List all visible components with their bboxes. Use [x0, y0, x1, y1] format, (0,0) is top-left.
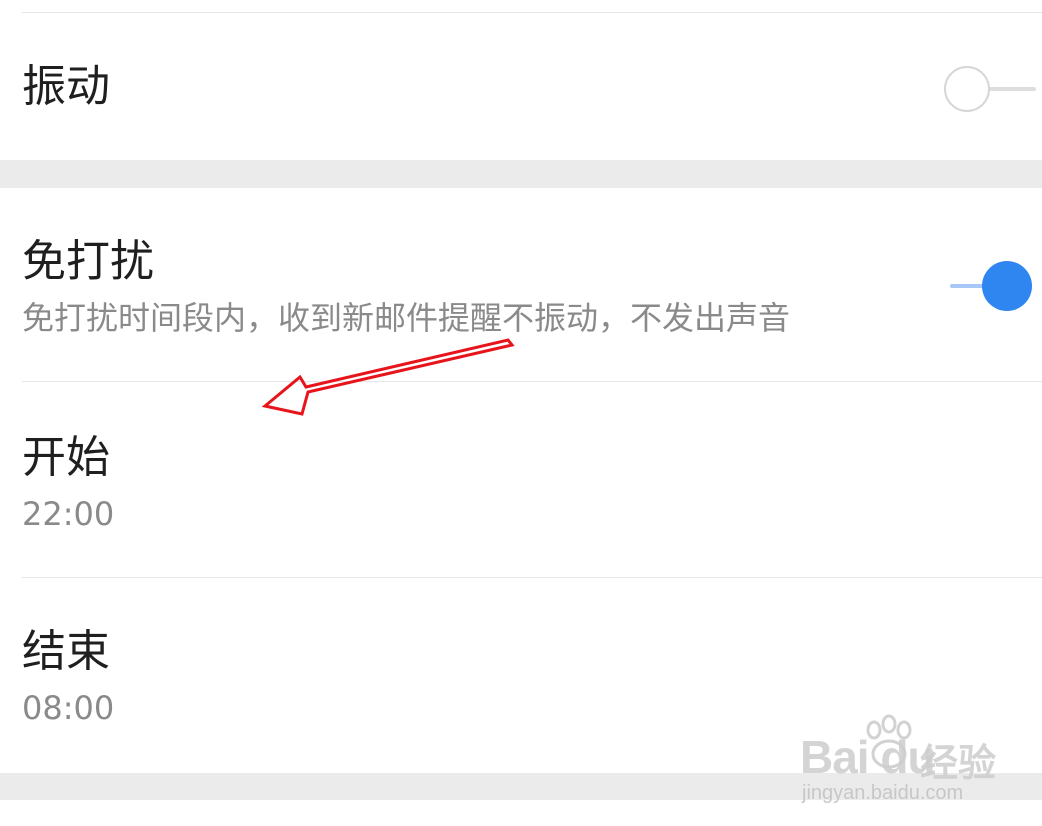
start-time-row[interactable]: 开始 22:00	[0, 382, 1042, 577]
dnd-row[interactable]: 免打扰 免打扰时间段内，收到新邮件提醒不振动，不发出声音	[0, 188, 1042, 381]
vibrate-row[interactable]: 振动	[0, 13, 1042, 160]
end-time-value: 08:00	[22, 689, 115, 727]
vibrate-toggle-knob	[944, 66, 990, 112]
dnd-description: 免打扰时间段内，收到新邮件提醒不振动，不发出声音	[22, 299, 791, 337]
vibrate-toggle[interactable]	[944, 61, 1036, 117]
watermark-url: jingyan.baidu.com	[802, 782, 964, 804]
dnd-toggle-knob	[982, 261, 1032, 311]
dnd-title: 免打扰	[22, 236, 154, 287]
start-time-title: 开始	[22, 432, 110, 483]
start-time-value: 22:00	[22, 495, 115, 533]
vibrate-title: 振动	[22, 61, 110, 112]
baidu-watermark: Bai du 经验 jingyan.baidu.com	[796, 712, 996, 807]
dnd-toggle[interactable]	[940, 258, 1032, 314]
watermark-brand-cn: 经验	[920, 741, 997, 785]
section-gap	[0, 160, 1042, 188]
end-time-title: 结束	[22, 626, 110, 677]
paw-icon	[866, 714, 912, 769]
